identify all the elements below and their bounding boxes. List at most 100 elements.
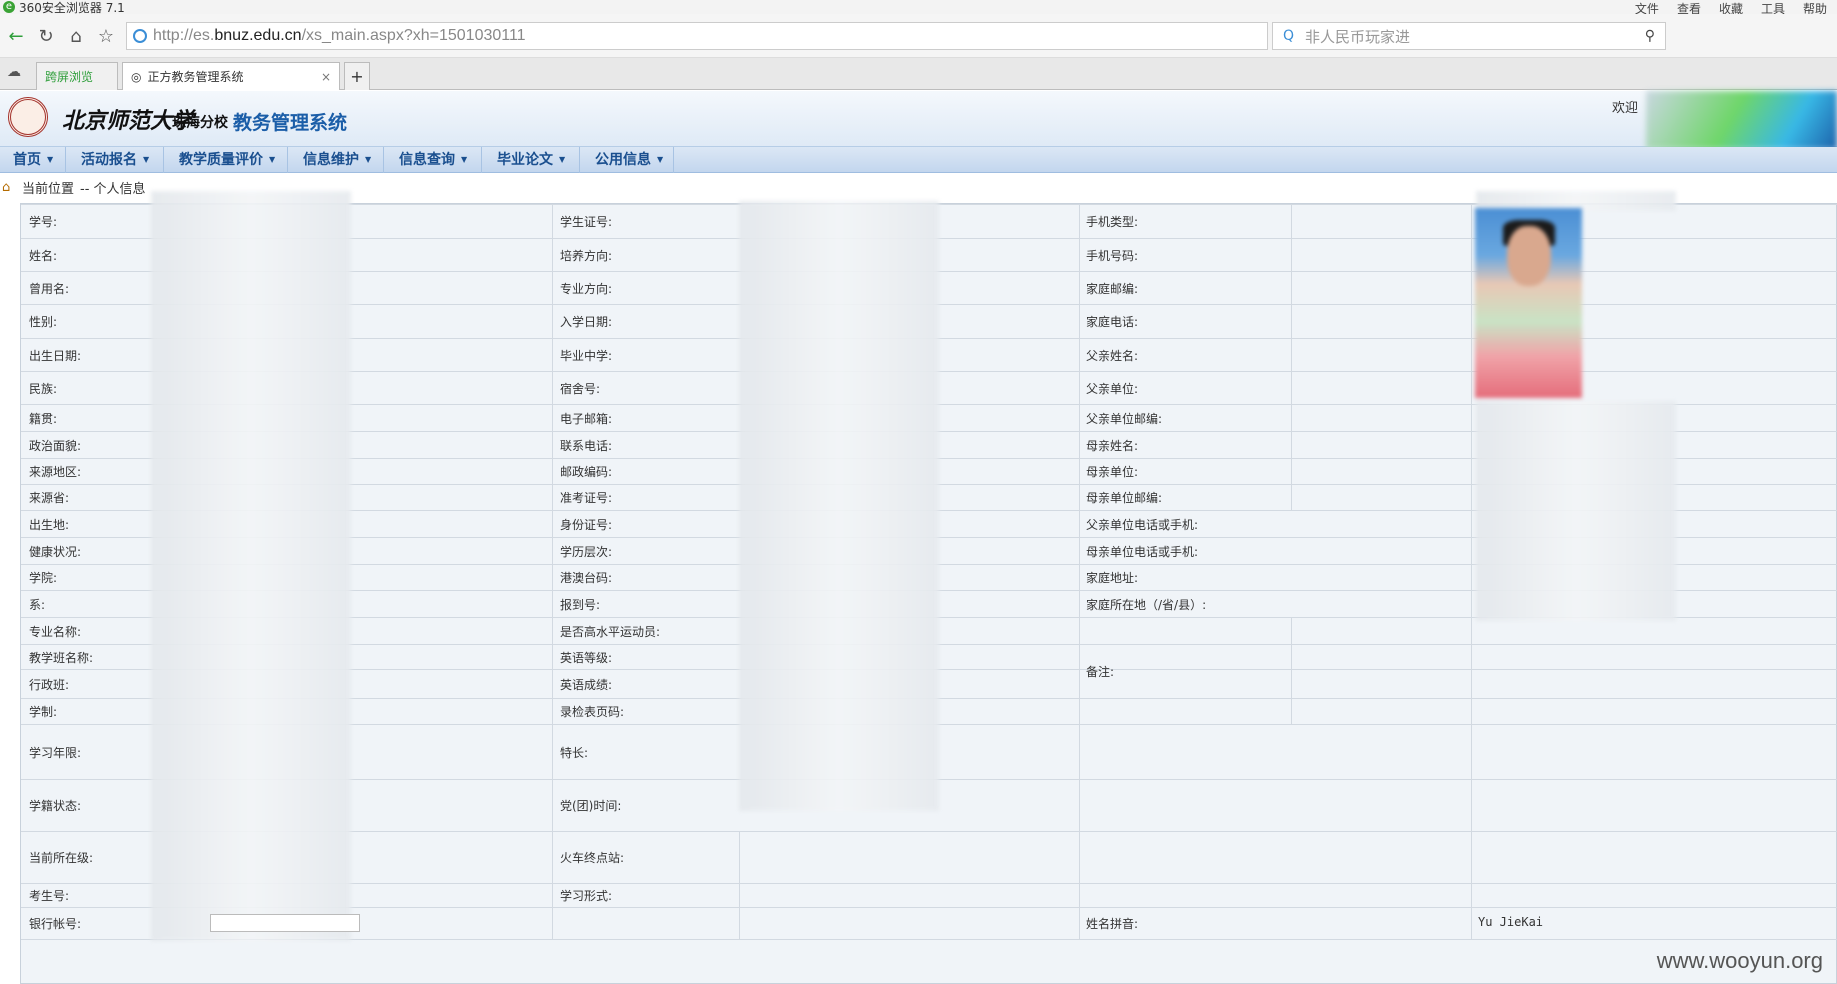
field-label: 报到号: <box>560 598 601 612</box>
home-icon[interactable]: ⌂ <box>64 24 88 48</box>
field-label: 手机号码: <box>1086 249 1139 263</box>
field-label: 学制: <box>29 705 58 719</box>
field-label: 行政班: <box>29 678 70 692</box>
field-label: 家庭电话: <box>1086 315 1139 329</box>
field-label: 来源地区: <box>29 465 82 479</box>
field-label: 母亲姓名: <box>1086 439 1139 453</box>
back-icon[interactable]: ← <box>4 24 28 48</box>
cloud-icon[interactable]: ☁ <box>2 60 26 84</box>
field-label: 邮政编码: <box>560 465 613 479</box>
redacted-value <box>151 191 351 941</box>
field-label: 联系电话: <box>560 439 613 453</box>
main-menu: 首页 ▼ 活动报名 ▼ 教学质量评价 ▼ 信息维护 ▼ 信息查询 ▼ 毕业论文 ▼ 公用信息… <box>0 147 1837 173</box>
menu-public-info[interactable]: 公用信息 ▼ <box>582 147 674 173</box>
url-prefix: http://es. <box>153 27 215 44</box>
home-icon: ⌂ <box>2 180 11 195</box>
url-field[interactable]: http://es. bnuz.edu.cn/xs_main.aspx?xh=15… <box>126 22 1268 50</box>
field-label: 专业方向: <box>560 282 613 296</box>
new-tab-button[interactable]: + <box>344 62 370 90</box>
university-seal-icon <box>8 97 48 137</box>
menu-label: 信息查询 <box>399 152 455 168</box>
favorite-star-icon[interactable]: ☆ <box>94 24 118 48</box>
breadcrumb-current-label[interactable]: 当前位置 <box>22 178 74 197</box>
search-icon[interactable]: ⚲ <box>1645 28 1655 44</box>
field-label: 父亲姓名: <box>1086 349 1139 363</box>
tab-cross-screen[interactable]: 跨屏浏览 <box>36 62 118 90</box>
field-label: 来源省: <box>29 491 70 505</box>
field-label: 火车终点站: <box>560 851 625 865</box>
field-label: 母亲单位电话或手机: <box>1086 545 1199 559</box>
tab-bar: ☁ 跨屏浏览 ◎ 正方教务管理系统 × + <box>0 58 1837 90</box>
menu-info-maintenance[interactable]: 信息维护 ▼ <box>290 147 384 173</box>
field-label: 培养方向: <box>560 249 613 263</box>
menu-activity-signup[interactable]: 活动报名 ▼ <box>68 147 164 173</box>
breadcrumb: ⌂ 当前位置 -- 个人信息 <box>0 178 146 197</box>
field-label: 身份证号: <box>560 518 613 532</box>
bank-account-input[interactable] <box>210 914 360 932</box>
redacted-value <box>1476 401 1676 621</box>
welcome-text: 欢迎 <box>1612 101 1639 116</box>
field-label: 考生号: <box>29 889 70 903</box>
field-label: 家庭所在地（/省/县）: <box>1086 598 1207 612</box>
field-label: 手机类型: <box>1086 215 1139 229</box>
grid-line <box>1471 204 1472 939</box>
field-label: 父亲单位电话或手机: <box>1086 518 1199 532</box>
field-label: 系: <box>29 598 46 612</box>
caret-down-icon: ▼ <box>461 155 468 164</box>
field-label: 父亲单位: <box>1086 382 1139 396</box>
field-label: 毕业中学: <box>560 349 613 363</box>
field-label: 出生地: <box>29 518 70 532</box>
field-label: 银行帐号: <box>29 917 82 931</box>
menu-label: 公用信息 <box>595 152 651 168</box>
browser-title-bar: e 360安全浏览器 7.1 文件 查看 收藏 工具 帮助 <box>0 0 1837 16</box>
tab-jiaowu[interactable]: ◎ 正方教务管理系统 × <box>122 62 340 90</box>
menu-label: 毕业论文 <box>497 152 553 168</box>
menu-label: 信息维护 <box>303 152 359 168</box>
field-label: 学历层次: <box>560 545 613 559</box>
page-globe-icon <box>133 29 147 43</box>
field-label: 性别: <box>29 315 58 329</box>
field-label: 特长: <box>560 746 589 760</box>
field-label: 籍贯: <box>29 412 58 426</box>
field-label: 学生证号: <box>560 215 613 229</box>
menu-label: 活动报名 <box>81 152 137 168</box>
search-field[interactable]: Q 非人民币玩家进 ⚲ <box>1272 22 1666 50</box>
menu-thesis[interactable]: 毕业论文 ▼ <box>484 147 580 173</box>
url-path: /xs_main.aspx?xh=1501030111 <box>301 27 526 44</box>
field-label-pinyin: 姓名拼音: <box>1086 917 1139 931</box>
student-photo <box>1475 208 1582 398</box>
redacted-user-block <box>1646 91 1837 149</box>
close-icon[interactable]: × <box>321 70 331 84</box>
caret-down-icon: ▼ <box>143 155 150 164</box>
field-label: 出生日期: <box>29 349 82 363</box>
grid-line <box>552 204 553 939</box>
field-label: 政治面貌: <box>29 439 82 453</box>
menu-teaching-evaluation[interactable]: 教学质量评价 ▼ <box>166 147 288 173</box>
field-label: 专业名称: <box>29 625 82 639</box>
caret-down-icon: ▼ <box>365 155 372 164</box>
caret-down-icon: ▼ <box>657 155 664 164</box>
menu-info-query[interactable]: 信息查询 ▼ <box>386 147 482 173</box>
field-label: 家庭邮编: <box>1086 282 1139 296</box>
field-label: 学籍状态: <box>29 799 82 813</box>
field-label: 备注: <box>1086 665 1115 679</box>
field-label: 电子邮箱: <box>560 412 613 426</box>
address-toolbar: ← ↻ ⌂ ☆ http://es. bnuz.edu.cn/xs_main.as… <box>0 14 1837 58</box>
search-engine-icon[interactable]: Q <box>1283 28 1294 44</box>
grid-line <box>739 831 740 939</box>
tab-label: 正方教务管理系统 <box>147 70 244 84</box>
tab-favicon: ◎ <box>131 69 142 84</box>
field-label: 学号: <box>29 215 58 229</box>
grid-line <box>1291 204 1292 511</box>
caret-down-icon: ▼ <box>47 155 54 164</box>
field-label: 家庭地址: <box>1086 571 1139 585</box>
search-placeholder: 非人民币玩家进 <box>1305 27 1411 46</box>
menu-home[interactable]: 首页 ▼ <box>0 147 66 173</box>
field-label: 母亲单位: <box>1086 465 1139 479</box>
field-label: 健康状况: <box>29 545 82 559</box>
url-domain: bnuz.edu.cn <box>214 27 302 44</box>
reload-icon[interactable]: ↻ <box>34 24 58 48</box>
field-label: 母亲单位邮编: <box>1086 491 1163 505</box>
field-label: 英语成绩: <box>560 678 613 692</box>
field-label: 教学班名称: <box>29 651 94 665</box>
